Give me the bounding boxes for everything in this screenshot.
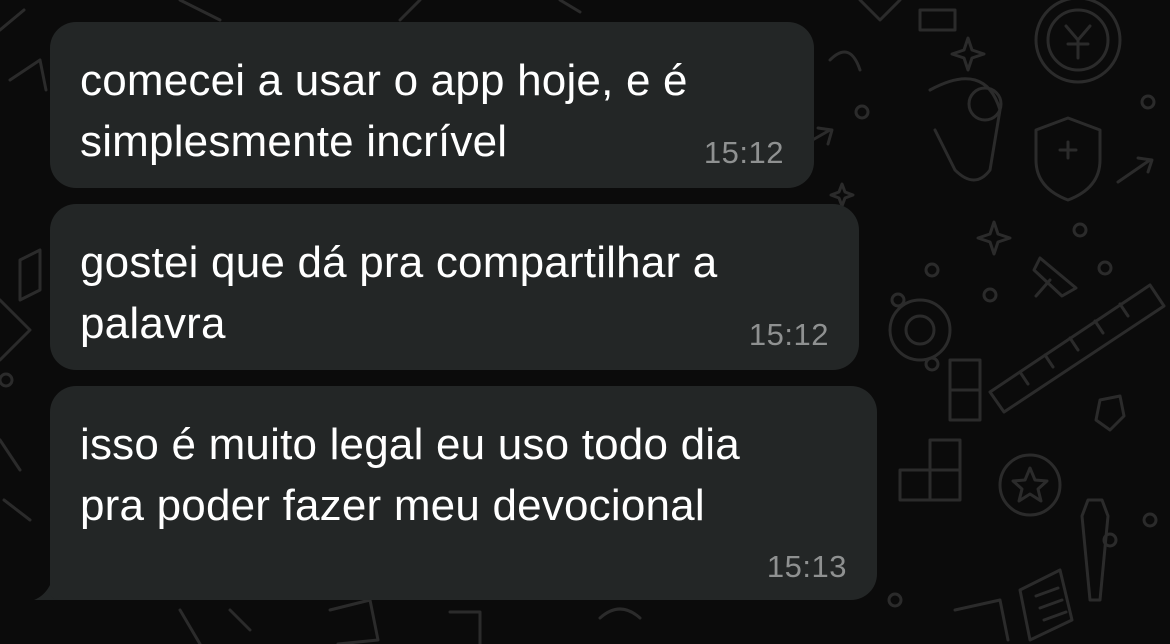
message-text: comecei a usar o app hoje, e é simplesme… <box>80 56 688 166</box>
message-bubble[interactable]: gostei que dá pra compartilhar a palavra… <box>50 204 859 370</box>
chat-view: comecei a usar o app hoje, e é simplesme… <box>0 0 1170 644</box>
message-bubble[interactable]: comecei a usar o app hoje, e é simplesme… <box>50 22 814 188</box>
message-timestamp: 15:12 <box>703 135 784 170</box>
message-timestamp: 15:12 <box>748 317 829 352</box>
message-bubble[interactable]: isso é muito legal eu uso todo dia pra p… <box>50 386 877 600</box>
message-text: isso é muito legal eu uso todo dia pra p… <box>80 420 740 530</box>
message-timestamp: 15:13 <box>766 549 847 584</box>
message-text: gostei que dá pra compartilhar a palavra <box>80 238 718 348</box>
